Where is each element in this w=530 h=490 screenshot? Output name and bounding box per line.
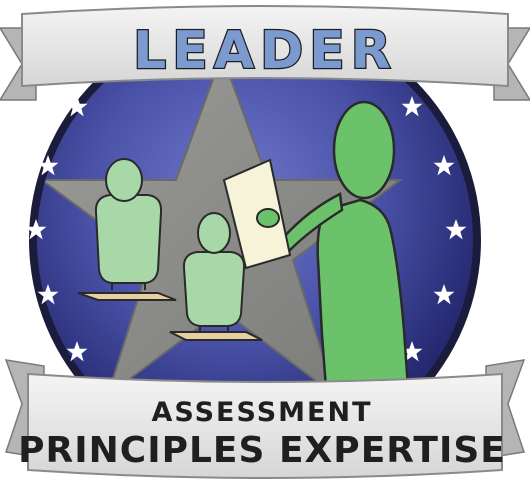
badge-subtitle-line1: ASSESSMENT — [151, 397, 372, 428]
badge-subtitle-line2: PRINCIPLES EXPERTISE — [18, 430, 506, 471]
leader-badge: LEADER ASSESSMENT PRINCIPLES EXPERTISE — [0, 5, 530, 479]
badge-title: LEADER — [133, 21, 397, 81]
